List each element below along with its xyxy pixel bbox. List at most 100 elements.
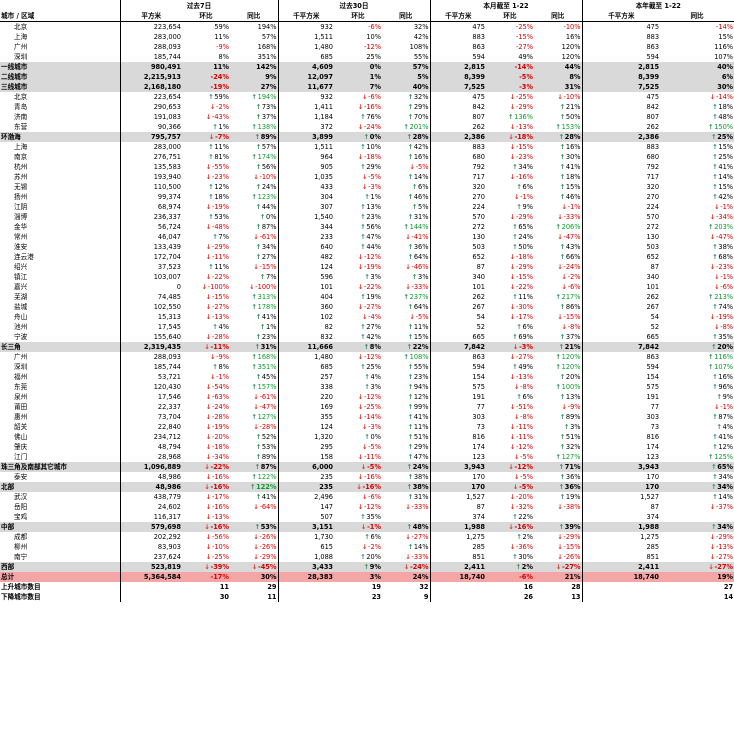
cell-value: -16% [211, 473, 229, 481]
row-label: 南宁 [14, 553, 28, 561]
arrow-up-icon: ↑ [516, 183, 522, 191]
cell: ↓-33% [382, 502, 430, 512]
cell-value: 11% [413, 423, 429, 431]
cell-value: 15,313 [157, 313, 181, 321]
cell-value: 16% [413, 153, 429, 161]
cell-value: 34% [717, 483, 734, 491]
cell: 594 [581, 52, 661, 62]
table-row: 宝鸡 116,317 ↓-13% 507 ↑35% 374 ↑22% 374 [0, 512, 734, 522]
cell-value: -34% [716, 213, 734, 221]
cell-value: 475 [646, 93, 660, 101]
arrow-up-icon: ↑ [407, 383, 414, 391]
cell-value: -16% [363, 103, 381, 111]
arrow-down-icon: ↓ [509, 403, 516, 411]
cell: ↑12% [382, 392, 430, 402]
cell-value: 194% [257, 93, 277, 101]
cell: 3,151 [277, 522, 334, 532]
row-label: 深圳 [14, 53, 28, 61]
cell: ↑36% [534, 472, 582, 482]
cell: ↓-15% [486, 142, 534, 152]
cell: ↑68% [660, 252, 734, 262]
subtotal-row: 环渤海 795,757 ↓-7% ↑89% 3,899 ↑0% ↑28% 2,386 ↓-18%… [0, 132, 734, 142]
cell-value: 87 [476, 503, 485, 511]
cell-value: 42% [413, 143, 429, 151]
cell: 2,496 [277, 492, 334, 502]
cell: ↑57% [230, 142, 278, 152]
cell: ↑11% [182, 142, 230, 152]
cell: ↓-24% [534, 262, 582, 272]
cell: ↑28% [382, 132, 430, 142]
row-label: 韶关 [14, 423, 28, 431]
cell-value: 475 [472, 23, 485, 31]
cell: ↑12% [182, 182, 230, 192]
cell: ↑74% [660, 302, 734, 312]
cell-value: 9% [265, 73, 277, 81]
row-label: 深圳 [14, 363, 28, 371]
cell-value: 64% [413, 253, 429, 261]
cell: 1,480 [277, 352, 334, 362]
cell: 15,313 [119, 312, 182, 322]
cell: ↑87% [230, 462, 278, 472]
cell: ↓-6% [534, 282, 582, 292]
arrow-up-icon: ↑ [559, 373, 566, 381]
cell: 792 [581, 162, 661, 172]
cell-value: 11% [413, 323, 429, 331]
cell: 185,744 [119, 362, 182, 372]
cell-value: 55% [413, 53, 429, 61]
arrow-up-icon: ↑ [407, 373, 414, 381]
cell: 863 [581, 352, 661, 362]
arrow-down-icon: ↓ [509, 123, 516, 131]
cell-value: -29% [515, 213, 533, 221]
cell-value: -23% [211, 173, 229, 181]
cell-value: -8% [520, 383, 533, 391]
cell-value: -23% [515, 153, 533, 161]
arrow-up-icon: ↑ [255, 113, 262, 121]
arrow-up-icon: ↑ [555, 123, 561, 131]
cell: 438,779 [119, 492, 182, 502]
cell-value: -11% [515, 423, 533, 431]
cell-value: -3% [519, 83, 533, 91]
cell-value: -6% [368, 493, 381, 501]
table-row: 北京 223,654 59% 194% 932 -6% 32% 475 -25% -10% 475-… [0, 21, 734, 32]
table-row: 镇江 103,007 ↓-22% ↑7% 596 ↑3% ↑3% 340 ↓-15% ↓-2% 34… [0, 272, 734, 282]
cell-value: 150% [714, 123, 734, 131]
cell: 21% [534, 572, 583, 582]
arrow-down-icon: ↓ [208, 133, 215, 141]
table-row: 泰安 48,986 ↓-16% ↑122% 235 ↓-16% ↑38% 170 ↓-5% ↑36… [0, 472, 734, 482]
cell-value: 157% [257, 383, 277, 391]
cell-value: 6% [522, 183, 533, 191]
cell: ↑99% [382, 402, 430, 412]
cell: 615 [277, 542, 334, 552]
cell: ↑18% [182, 192, 230, 202]
cell: ↑144% [382, 222, 430, 232]
col-tongbi-ytd: 同比 [660, 11, 734, 22]
cell-value: 570 [646, 213, 660, 221]
cell: ↑52% [230, 432, 278, 442]
cell-value: 594 [472, 53, 485, 61]
cell: ↓-12% [334, 252, 382, 262]
cell: ↓-10% [534, 92, 582, 102]
cell-value: 53% [260, 523, 277, 531]
cell: 42% [382, 32, 430, 42]
cell: 57% [382, 62, 430, 72]
cell: ↑11% [182, 262, 230, 272]
cell-value: -6% [720, 283, 734, 291]
cell-value: 31% [564, 83, 581, 91]
cell-value: 22,337 [157, 403, 181, 411]
cell: 30% [660, 82, 734, 92]
cell-value: 980,491 [150, 63, 181, 71]
cell: 223,654 [119, 21, 182, 32]
cell: ↓-27% [660, 562, 734, 572]
cell-value: 9% [369, 563, 381, 571]
cell: 374 [429, 512, 486, 522]
cell: ↓-47% [534, 232, 582, 242]
cell-value: 28% [564, 133, 581, 141]
cell: ↓-13% [182, 312, 230, 322]
cell-value: -61% [259, 233, 277, 241]
cell: ↓-11% [486, 422, 534, 432]
arrow-down-icon: ↓ [509, 173, 516, 181]
col-area-30d: 千平方米 [277, 11, 334, 22]
cell: ↑116% [660, 352, 734, 362]
cell-value: 127% [257, 413, 277, 421]
cell: ↑14% [382, 542, 430, 552]
